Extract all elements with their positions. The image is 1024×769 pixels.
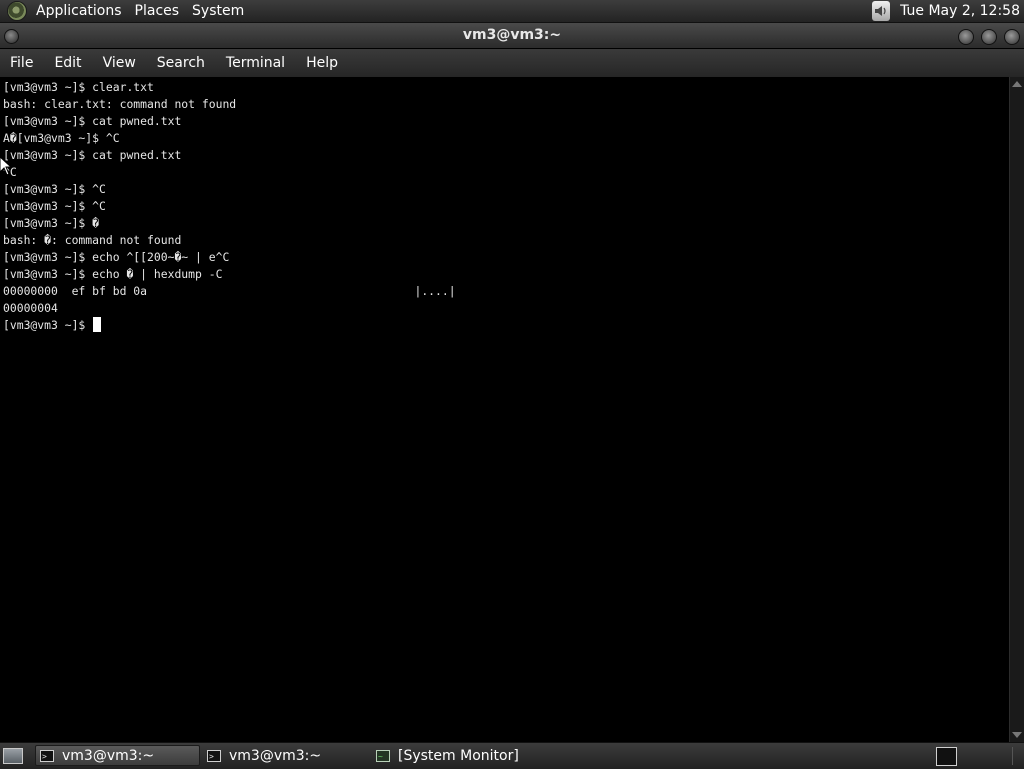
window-titlebar[interactable]: vm3@vm3:~	[0, 23, 1024, 48]
mouse-pointer-icon	[0, 157, 12, 176]
taskbar-item-label: vm3@vm3:~	[229, 747, 322, 764]
menu-view[interactable]: View	[93, 55, 147, 71]
terminal-prompt-line: [vm3@vm3 ~]$	[3, 317, 1010, 334]
scroll-up-arrow-icon[interactable]	[1012, 81, 1022, 87]
terminal-line: [vm3@vm3 ~]$ �	[3, 216, 100, 230]
terminal-prompt: [vm3@vm3 ~]$	[3, 318, 93, 332]
menu-help[interactable]: Help	[296, 55, 349, 71]
terminal-line: [vm3@vm3 ~]$ echo � | hexdump -C	[3, 267, 223, 281]
terminal-line: A�[vm3@vm3 ~]$ ^C	[3, 131, 120, 145]
window-menubar: File Edit View Search Terminal Help	[0, 49, 1024, 77]
taskbar-item-terminal-1[interactable]: > vm3@vm3:~	[35, 745, 200, 766]
terminal-line: [vm3@vm3 ~]$ ^C	[3, 182, 106, 196]
panel-separator	[1012, 747, 1022, 765]
close-button[interactable]	[1004, 29, 1020, 45]
menu-search[interactable]: Search	[147, 55, 216, 71]
terminal-window: vm3@vm3:~ File Edit View Search Terminal…	[0, 23, 1024, 742]
taskbar-item-system-monitor[interactable]: ~ [System Monitor]	[372, 745, 552, 766]
terminal-line: bash: �: command not found	[3, 233, 182, 247]
menu-file[interactable]: File	[0, 55, 44, 71]
app-menu-logo-icon[interactable]	[7, 1, 27, 21]
window-title: vm3@vm3:~	[462, 27, 562, 43]
terminal-icon: >	[207, 749, 221, 762]
volume-speaker-glyph	[875, 6, 886, 16]
terminal-icon[interactable]	[936, 747, 957, 766]
terminal-output[interactable]: [vm3@vm3 ~]$ clear.txt bash: clear.txt: …	[0, 77, 1010, 742]
volume-icon[interactable]	[872, 1, 891, 21]
show-desktop-icon[interactable]	[3, 748, 23, 764]
terminal-icon: >	[40, 749, 54, 762]
scroll-down-arrow-icon[interactable]	[1012, 732, 1022, 738]
terminal-line: [vm3@vm3 ~]$ cat pwned.txt	[3, 148, 182, 162]
system-menu[interactable]: System	[187, 3, 252, 19]
menu-terminal[interactable]: Terminal	[216, 55, 296, 71]
terminal-scrollbar[interactable]	[1009, 77, 1024, 742]
terminal-line: [vm3@vm3 ~]$ clear.txt	[3, 80, 154, 94]
terminal-line: ^C	[3, 165, 17, 179]
terminal-line: 00000004	[3, 301, 58, 315]
terminal-line: [vm3@vm3 ~]$ echo ^[[200~�~ | e^C	[3, 250, 230, 264]
terminal-line: bash: clear.txt: command not found	[3, 97, 237, 111]
applications-menu[interactable]: Applications	[31, 3, 130, 19]
terminal-line: [vm3@vm3 ~]$ cat pwned.txt	[3, 114, 182, 128]
taskbar-item-terminal-2[interactable]: > vm3@vm3:~	[203, 745, 368, 766]
places-menu[interactable]: Places	[130, 3, 188, 19]
menu-edit[interactable]: Edit	[44, 55, 92, 71]
maximize-button[interactable]	[981, 29, 997, 45]
terminal-cursor	[93, 317, 102, 332]
taskbar-item-label: vm3@vm3:~	[62, 747, 155, 764]
top-panel: Applications Places System Tue May 2, 12…	[0, 0, 1024, 23]
terminal-line: 00000000 ef bf bd 0a |....|	[3, 284, 456, 298]
taskbar-item-label: [System Monitor]	[398, 747, 519, 764]
clock[interactable]: Tue May 2, 12:58	[900, 3, 1024, 19]
terminal-line: [vm3@vm3 ~]$ ^C	[3, 199, 106, 213]
system-monitor-icon: ~	[376, 749, 390, 762]
minimize-button[interactable]	[958, 29, 974, 45]
bottom-panel: > vm3@vm3:~ > vm3@vm3:~ ~ [System Monito…	[0, 742, 1024, 769]
